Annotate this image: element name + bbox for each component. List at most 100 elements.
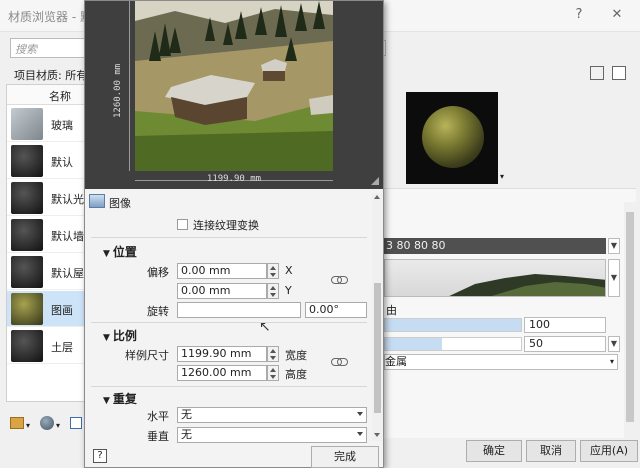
panel-toggle-icon[interactable]: [70, 417, 82, 429]
material-label: 土层: [51, 341, 73, 354]
done-button[interactable]: 完成: [311, 446, 379, 468]
right-pane-toolbar: [384, 62, 636, 86]
width-dimension-label: 1199.90 mm: [206, 174, 262, 184]
rotate-slider[interactable]: [177, 302, 301, 318]
material-label: 默认光: [51, 193, 84, 206]
link-chain-icon[interactable]: [331, 276, 348, 284]
height-dimension-label: 1260.00 mm: [113, 63, 123, 119]
offset-y-stepper[interactable]: [267, 283, 279, 299]
collapse-triangle-icon: ▼: [103, 396, 110, 406]
material-list: 名称 玻璃 默认 默认光 默认墙 默认屋 图画 土层: [6, 84, 87, 402]
texture-image: [135, 1, 333, 171]
height-label: 高度: [285, 368, 307, 381]
chevron-down-icon[interactable]: ▼: [608, 238, 620, 254]
repeat-title: 重复: [112, 392, 137, 406]
vertical-repeat-value: 无: [181, 428, 192, 441]
type-select-value: 金属: [385, 355, 407, 368]
y-axis-label: Y: [285, 284, 292, 297]
help-icon[interactable]: ?: [93, 449, 107, 463]
horizontal-label: 水平: [147, 410, 169, 423]
apply-button[interactable]: 应用(A): [580, 440, 638, 462]
link-texture-checkbox[interactable]: [177, 219, 188, 230]
asset-properties-panel: [384, 188, 636, 438]
slider-1[interactable]: [384, 318, 522, 332]
texture-editor: 1199.90 mm 1260.00 mm 图像 连接纹理变换 ▼ 位置 偏移 0…: [84, 0, 384, 468]
material-thumbnail: [11, 293, 43, 325]
editor-scrollbar[interactable]: [372, 193, 383, 441]
color-value-field[interactable]: 3 80 80 80: [384, 238, 606, 254]
window-title: 材质浏览器 - 默: [8, 10, 92, 24]
material-thumbnail: [11, 182, 43, 214]
right-scrollbar[interactable]: [624, 202, 636, 438]
offset-x-stepper[interactable]: [267, 263, 279, 279]
horizontal-repeat-select[interactable]: 无: [177, 407, 367, 423]
material-item-default-wall[interactable]: 默认墙: [7, 217, 87, 253]
image-icon: [89, 194, 105, 208]
slider-1-value[interactable]: 100: [524, 317, 606, 333]
offset-label: 偏移: [147, 266, 169, 279]
material-item-glass[interactable]: 玻璃: [7, 106, 87, 142]
library-folder-icon[interactable]: [10, 417, 24, 429]
x-axis-label: X: [285, 264, 293, 277]
image-label: 图像: [109, 197, 131, 210]
material-thumbnail: [11, 108, 43, 140]
column-header-name: 名称: [49, 90, 71, 103]
type-select[interactable]: 金属 ▾: [384, 354, 618, 370]
material-item-picture[interactable]: 图画: [7, 291, 87, 327]
duplicate-icon[interactable]: [590, 66, 604, 80]
vertical-repeat-select[interactable]: 无: [177, 427, 367, 443]
material-label: 默认墙: [51, 230, 84, 243]
project-materials-label: 项目材质: 所有: [14, 69, 88, 82]
material-label: 默认: [51, 156, 73, 169]
cancel-button[interactable]: 取消: [526, 440, 576, 462]
material-item-soil[interactable]: 土层: [7, 328, 87, 364]
link-texture-label: 连接纹理变换: [193, 219, 259, 232]
position-section-header[interactable]: ▼ 位置: [103, 243, 137, 260]
chevron-down-icon[interactable]: ▼: [608, 259, 620, 297]
width-input[interactable]: 1199.90 mm: [177, 346, 267, 362]
horizontal-repeat-value: 无: [181, 408, 192, 421]
sample-size-label: 样例尺寸: [125, 349, 169, 362]
repeat-section-header[interactable]: ▼ 重复: [103, 390, 137, 407]
material-item-default-roof[interactable]: 默认屋: [7, 254, 87, 290]
rotate-label: 旋转: [147, 305, 169, 318]
chevron-down-icon[interactable]: ▼: [608, 336, 620, 352]
height-dimension-line: [129, 1, 130, 171]
material-label: 默认屋: [51, 267, 84, 280]
width-stepper[interactable]: [267, 346, 279, 362]
help-button[interactable]: ?: [566, 4, 592, 26]
collapse-triangle-icon: ▼: [103, 333, 110, 343]
material-label: 玻璃: [51, 119, 73, 132]
list-header[interactable]: 名称: [7, 85, 87, 105]
image-preview-strip[interactable]: [384, 259, 606, 297]
offset-x-input[interactable]: 0.00 mm: [177, 263, 267, 279]
link-chain-icon[interactable]: [331, 358, 348, 366]
scale-title: 比例: [112, 329, 137, 343]
chevron-down-icon[interactable]: ▾: [56, 421, 60, 430]
height-stepper[interactable]: [267, 365, 279, 381]
create-material-icon[interactable]: [40, 416, 54, 430]
copy-icon[interactable]: [612, 66, 626, 80]
chevron-down-icon[interactable]: ▾: [500, 172, 504, 181]
property-label: 由: [386, 304, 397, 317]
slider-2-value[interactable]: 50: [524, 336, 606, 352]
height-input[interactable]: 1260.00 mm: [177, 365, 267, 381]
scale-section-header[interactable]: ▼ 比例: [103, 327, 137, 344]
material-preview-sphere: [406, 92, 498, 184]
material-thumbnail: [11, 219, 43, 251]
material-thumbnail: [11, 256, 43, 288]
chevron-down-icon: [357, 432, 363, 436]
material-label: 图画: [51, 304, 73, 317]
rotate-input[interactable]: 0.00°: [305, 302, 367, 318]
width-label: 宽度: [285, 349, 307, 362]
close-button[interactable]: ✕: [604, 4, 630, 26]
chevron-down-icon[interactable]: ▾: [26, 421, 30, 430]
resize-grip-icon[interactable]: [371, 177, 379, 185]
material-item-default-light[interactable]: 默认光: [7, 180, 87, 216]
offset-y-input[interactable]: 0.00 mm: [177, 283, 267, 299]
ok-button[interactable]: 确定: [466, 440, 522, 462]
material-item-default[interactable]: 默认: [7, 143, 87, 179]
slider-2[interactable]: [384, 337, 522, 351]
material-thumbnail: [11, 330, 43, 362]
texture-preview: 1199.90 mm 1260.00 mm: [85, 1, 383, 189]
